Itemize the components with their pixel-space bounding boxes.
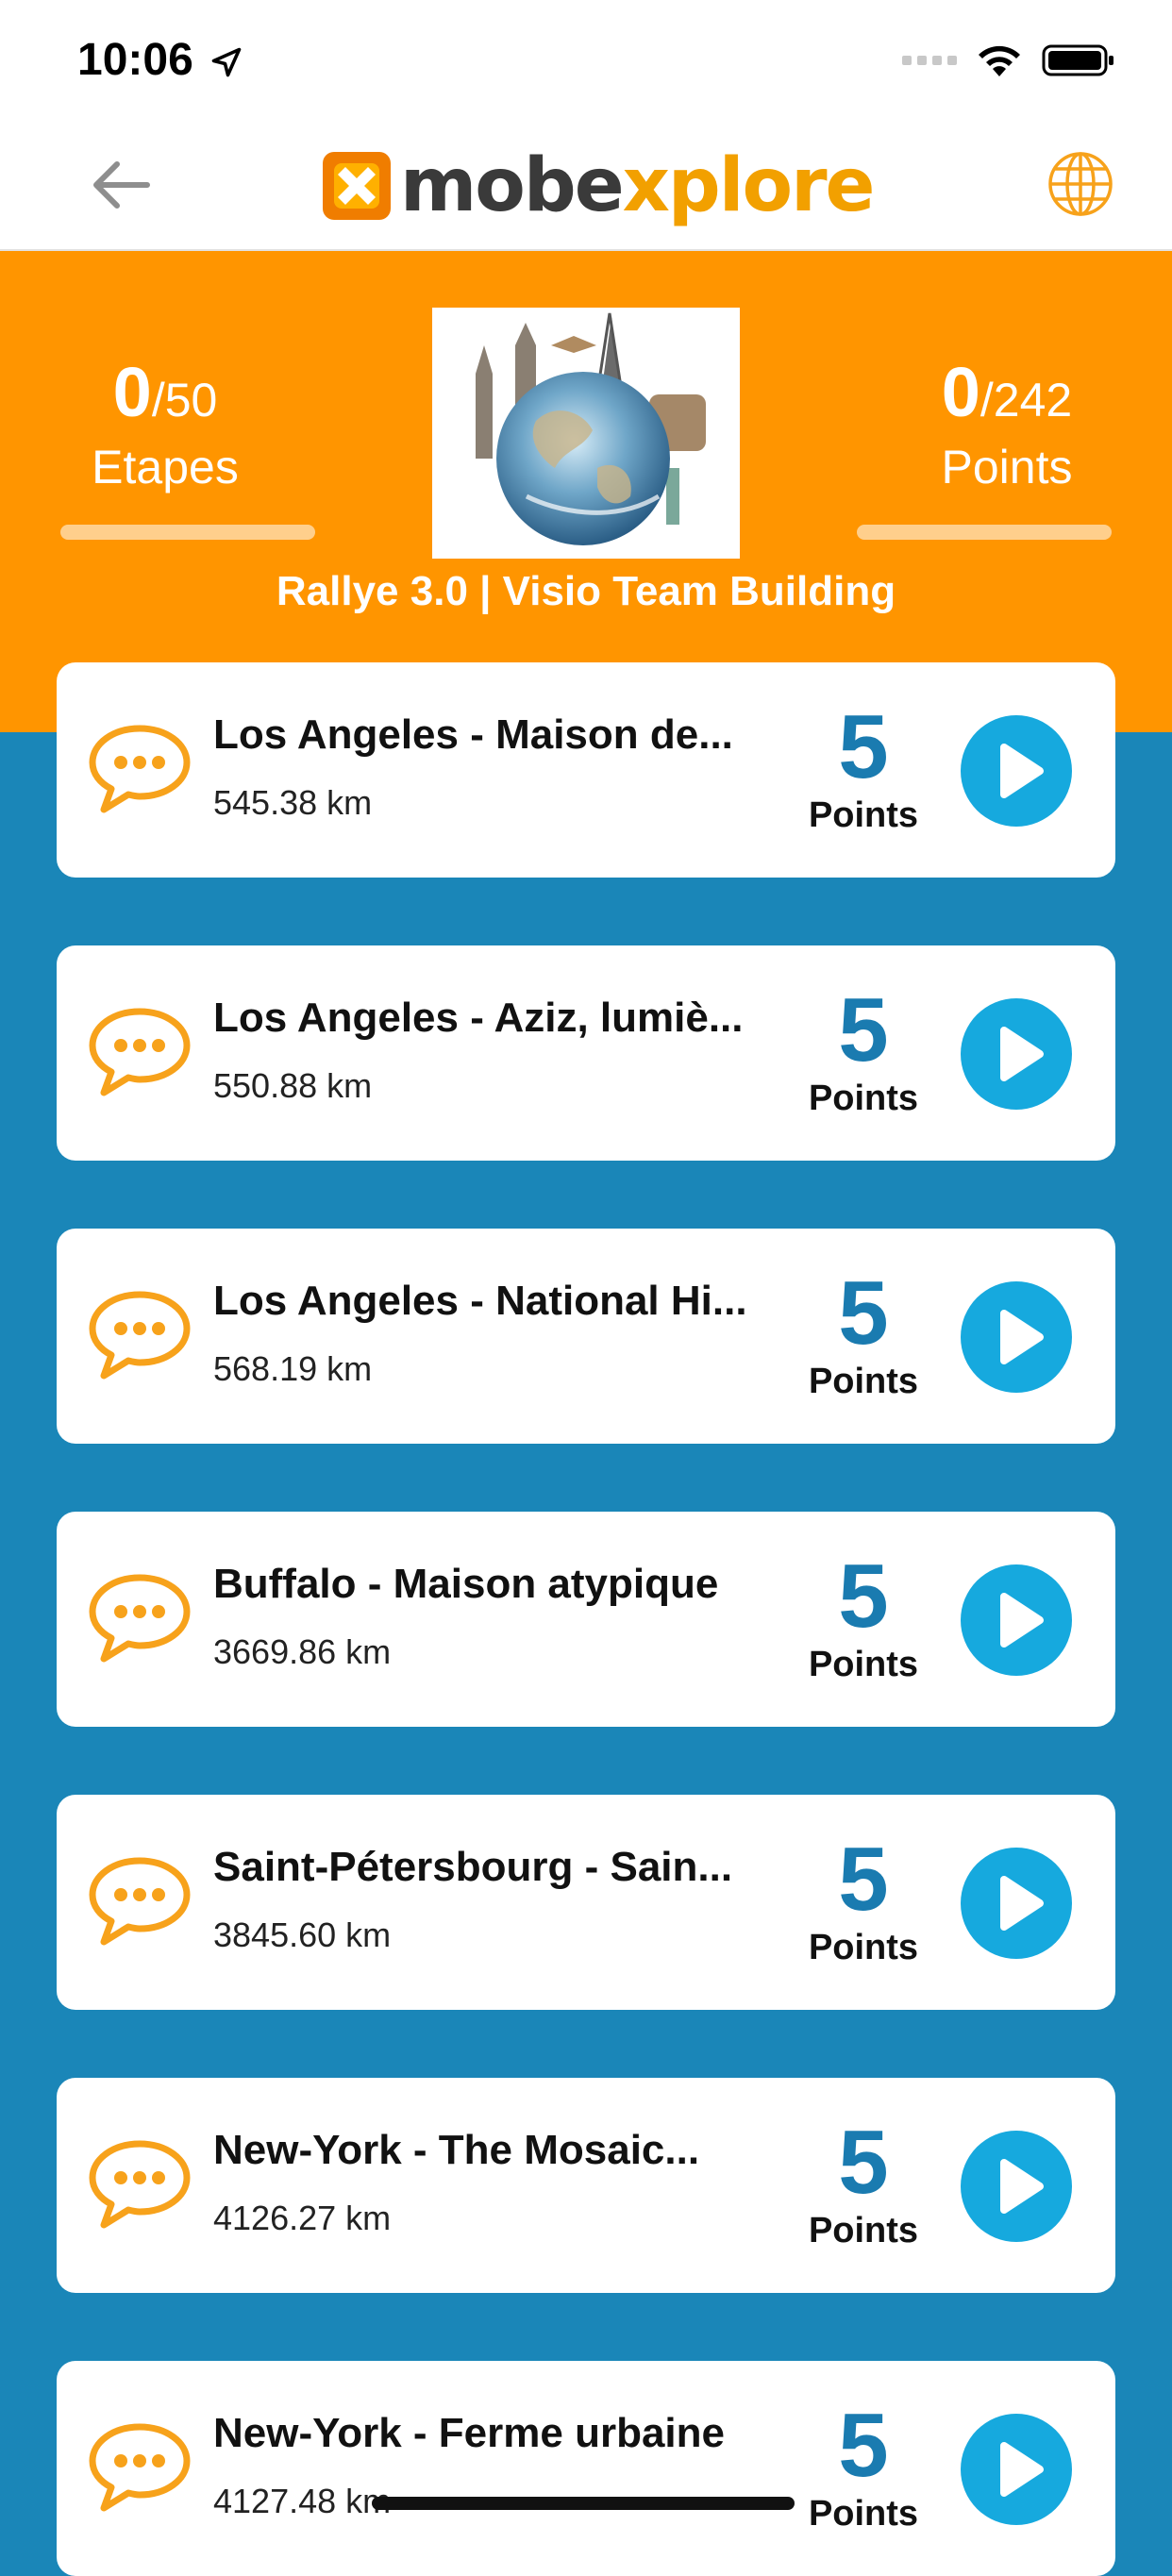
stage-title: Los Angeles - National Hi... [213,1278,747,1324]
stage-points-label: Points [808,795,919,835]
back-button[interactable] [83,151,159,219]
stage-points: 5 Points [793,1266,934,1402]
stage-points-value: 5 [838,696,889,797]
stage-distance: 4126.27 km [213,2199,392,2237]
etapes-total: /50 [151,374,218,427]
rally-header: 0/50 Etapes 0/242 Points Rallye 3.0 | Vi… [0,251,1172,732]
stage-points-value: 5 [838,1263,889,1363]
play-icon [1000,1310,1044,1364]
stage-card[interactable]: Buffalo - Maison atypique 3669.86 km 5 P… [57,1512,1115,1727]
stage-distance: 3669.86 km [213,1632,392,1671]
stage-points-label: Points [808,2211,919,2250]
chat-bubble-icon [89,1857,191,1946]
stage-points-label: Points [808,1645,919,1684]
stage-points-value: 5 [838,979,889,1080]
stage-title: Los Angeles - Aziz, lumiè... [213,995,744,1041]
stage-card[interactable]: Saint-Pétersbourg - Sain... 3845.60 km 5… [57,1795,1115,2010]
world-landmarks-image [432,308,740,559]
stage-title: Saint-Pétersbourg - Sain... [213,1844,733,1890]
stage-points: 5 Points [793,700,934,836]
play-icon [1000,1876,1044,1931]
chat-bubble-icon [89,725,191,813]
stage-points: 5 Points [793,1549,934,1685]
stage-distance: 550.88 km [213,1066,373,1105]
chat-bubble-icon [89,1291,191,1380]
stage-points: 5 Points [793,2399,934,2534]
stage-card[interactable]: Los Angeles - Maison de... 545.38 km 5 P… [57,662,1115,878]
points-progress-bar [857,525,1112,540]
stage-title: New-York - Ferme urbaine [213,2410,725,2456]
stage-points-value: 5 [838,1546,889,1647]
play-button[interactable] [961,2131,1072,2242]
mobexplore-logo: mobexplore [321,143,875,228]
stage-title: Los Angeles - Maison de... [213,711,733,758]
stage-title: New-York - The Mosaic... [213,2127,700,2173]
home-indicator[interactable] [372,2497,795,2510]
status-time: 10:06 [77,35,193,85]
stage-points-label: Points [808,1928,919,1967]
stage-title: Buffalo - Maison atypique [213,1561,719,1607]
play-icon [1000,2159,1044,2214]
cellular-signal-icon [902,56,957,65]
navigation-bar: mobexplore [0,123,1172,251]
logo-text: mobexplore [400,143,875,228]
stage-distance: 4127.48 km [213,2482,392,2520]
play-button[interactable] [961,2414,1072,2525]
arrow-left-icon [93,161,150,209]
stage-distance: 3845.60 km [213,1915,392,1954]
rally-title: Rallye 3.0 | Visio Team Building [276,568,896,614]
points-total: /242 [979,374,1073,427]
play-button[interactable] [961,715,1072,827]
etapes-label: Etapes [92,441,239,493]
chat-bubble-icon [89,2423,191,2512]
play-icon [1000,1027,1044,1081]
stage-points-value: 5 [838,1829,889,1930]
status-indicators [902,42,1115,79]
etapes-value: 0 [112,353,152,431]
wifi-icon [979,45,1020,76]
chat-bubble-icon [89,1008,191,1096]
etapes-progress-bar [60,525,315,540]
play-icon [1000,1593,1044,1648]
stage-distance: 568.19 km [213,1349,373,1388]
stage-points: 5 Points [793,983,934,1119]
language-button[interactable] [1046,149,1115,219]
stage-distance: 545.38 km [213,783,373,822]
stage-points-label: Points [808,2494,919,2534]
chat-bubble-icon [89,1574,191,1663]
stage-points-value: 5 [838,2112,889,2213]
stage-points-value: 5 [838,2395,889,2496]
rally-cover-image [432,308,740,559]
battery-icon [1042,44,1113,76]
play-button[interactable] [961,998,1072,1110]
play-button[interactable] [961,1281,1072,1393]
location-arrow-icon [211,47,242,77]
etapes-counter: 0/50 Etapes [38,355,293,496]
chat-bubble-icon [89,2140,191,2229]
stage-points: 5 Points [793,2116,934,2251]
logo-mark-icon [323,152,391,220]
points-label: Points [941,441,1073,493]
play-button[interactable] [961,1564,1072,1676]
stage-card[interactable]: Los Angeles - National Hi... 568.19 km 5… [57,1229,1115,1444]
points-counter: 0/242 Points [879,355,1134,496]
stage-card[interactable]: Los Angeles - Aziz, lumiè... 550.88 km 5… [57,945,1115,1161]
play-button[interactable] [961,1848,1072,1959]
status-bar: 10:06 [0,0,1172,123]
stage-points-label: Points [808,1079,919,1118]
stage-points: 5 Points [793,1832,934,1968]
points-value: 0 [941,353,980,431]
stage-card[interactable]: New-York - The Mosaic... 4126.27 km 5 Po… [57,2078,1115,2293]
globe-icon [1048,152,1113,216]
play-icon [1000,744,1044,798]
play-icon [1000,2442,1044,2497]
stage-card[interactable]: New-York - Ferme urbaine 4127.48 km 5 Po… [57,2361,1115,2576]
stage-points-label: Points [808,1362,919,1401]
